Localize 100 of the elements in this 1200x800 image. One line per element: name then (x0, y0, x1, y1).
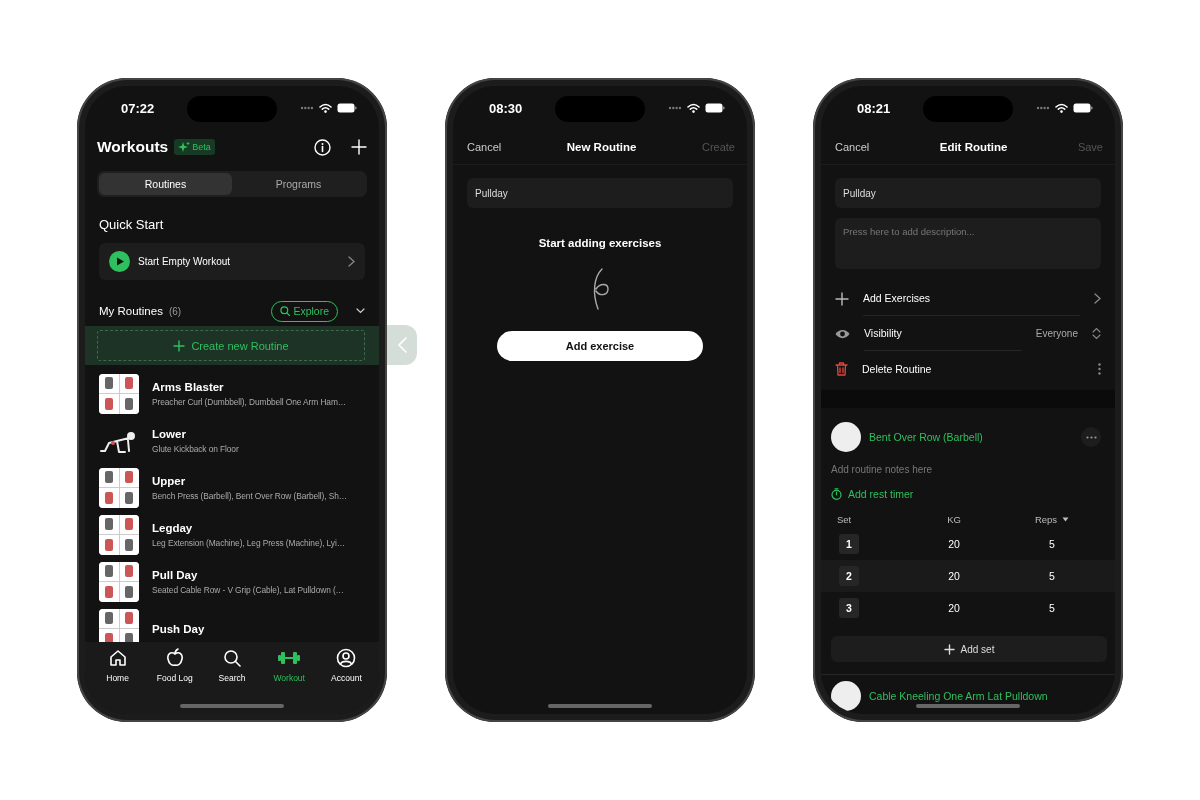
reps-value[interactable]: 5 (1049, 570, 1055, 582)
routine-title: Push Day (152, 622, 205, 635)
routine-exercises: Leg Extension (Machine), Leg Press (Machine), Lyi… (152, 537, 345, 548)
routine-exercises: Seated Cable Row - V Grip (Cable), Lat Pulldown (… (152, 584, 344, 595)
routine-item[interactable]: Arms Blaster Preacher Curl (Dumbbell), Dumbbell One Arm Ham… (99, 370, 365, 417)
cancel-button[interactable]: Cancel (835, 141, 870, 153)
set-number[interactable]: 1 (839, 534, 859, 554)
exercise-thumbnail (831, 422, 861, 452)
search-icon (280, 306, 291, 316)
routine-count: (6) (168, 305, 182, 317)
chevron-right-icon (1094, 293, 1101, 304)
play-icon (109, 251, 130, 272)
routine-title: Pull Day (152, 568, 199, 581)
routine-exercises: Preacher Curl (Dumbbell), Dumbbell One Arm Ham… (152, 396, 347, 407)
weight-value[interactable]: 20 (948, 538, 960, 550)
tab-bar-item[interactable]: Workout (260, 648, 318, 692)
screen-title: Edit Routine (939, 141, 1008, 153)
routine-item[interactable]: Legday Leg Extension (Machine), Leg Press (Machine), Lyi… (99, 511, 365, 558)
apple-icon (164, 648, 185, 668)
signal-icon (668, 106, 682, 110)
search-icon (222, 648, 242, 668)
add-set-button[interactable]: Add set (831, 636, 1107, 662)
cancel-button[interactable]: Cancel (467, 141, 502, 153)
exercise-name[interactable]: Bent Over Row (Barbell) (869, 431, 1073, 443)
visibility-value: Everyone (1035, 328, 1078, 339)
wifi-icon (319, 103, 332, 113)
plus-icon (943, 643, 955, 655)
more-vertical-icon (1098, 362, 1101, 375)
section-heading: My Routines (99, 305, 163, 317)
exercise-thumbnail (831, 681, 861, 711)
account-icon (336, 648, 357, 668)
segment-tab[interactable]: Routines (99, 173, 232, 195)
column-header: Set (837, 513, 852, 525)
trash-icon (835, 361, 848, 376)
caret-down-icon[interactable] (1062, 516, 1070, 522)
rest-timer-button[interactable]: Add rest timer (831, 488, 914, 500)
exercise-thumbnail (99, 608, 139, 642)
beta-label: Beta (192, 142, 211, 152)
set-number[interactable]: 2 (839, 566, 859, 586)
reps-value[interactable]: 5 (1049, 538, 1055, 550)
add-exercise-button[interactable]: Add exercise (497, 331, 703, 361)
empty-state-title: Start adding exercises (537, 237, 663, 249)
routine-item[interactable]: Upper Bench Press (Barbell), Bent Over Row (Barbell), Sh… (99, 464, 365, 511)
screen-title: New Routine (566, 141, 637, 153)
routine-title: Arms Blaster (152, 380, 225, 393)
chevron-down-icon[interactable] (356, 308, 365, 314)
notes-field[interactable]: Add routine notes here (831, 462, 1107, 476)
wifi-icon (687, 103, 700, 113)
name-field[interactable]: Pullday (467, 178, 733, 208)
routine-title: Lower (152, 427, 187, 440)
status-time: 08:30 (489, 100, 523, 116)
more-button[interactable] (1081, 427, 1101, 447)
screen-title: Workouts (97, 138, 169, 156)
routine-title: Legday (152, 521, 194, 534)
exercise-thumbnail (99, 514, 139, 555)
info-icon (314, 138, 331, 156)
routine-item[interactable]: Lower Glute Kickback on Floor (99, 417, 365, 464)
weight-value[interactable]: 20 (948, 570, 960, 582)
timer-icon (831, 488, 842, 500)
set-number[interactable]: 3 (839, 598, 859, 618)
column-header: KG (947, 513, 961, 525)
weight-value[interactable]: 20 (948, 602, 960, 614)
signal-icon (300, 106, 314, 110)
battery-icon (705, 103, 725, 113)
signal-icon (1036, 106, 1050, 110)
tab-bar-item[interactable]: Account (317, 648, 375, 692)
tab-bar-item[interactable]: Home (89, 648, 147, 692)
reps-value[interactable]: 5 (1049, 602, 1055, 614)
status-time: 08:21 (857, 100, 891, 116)
description-field[interactable]: Press here to add description... (835, 218, 1101, 269)
drawer-handle[interactable] (387, 325, 417, 365)
wifi-icon (1055, 103, 1068, 113)
exercise-thumbnail (99, 467, 139, 508)
tab-bar-item[interactable]: Food Log (146, 648, 204, 692)
battery-icon (337, 103, 357, 113)
tab-bar-item[interactable]: Search (203, 648, 261, 692)
info-button[interactable] (314, 138, 331, 156)
routine-title: Upper (152, 474, 187, 487)
eye-icon (835, 328, 850, 339)
segment-tab[interactable]: Programs (232, 173, 365, 195)
create-routine-button[interactable]: Create new Routine (97, 330, 365, 361)
home-icon (107, 648, 128, 668)
option-row[interactable]: Visibility Everyone (835, 316, 1115, 351)
name-field[interactable]: Pullday (835, 178, 1101, 208)
exercise-thumbnail (99, 561, 139, 602)
exercise-name[interactable]: Cable Kneeling One Arm Lat Pulldown (869, 690, 1101, 702)
plus-icon (835, 291, 849, 306)
status-time: 07:22 (121, 100, 155, 116)
chevron-left-icon (397, 337, 407, 353)
routine-exercises: Glute Kickback on Floor (152, 443, 239, 454)
section-heading: Quick Start (99, 217, 165, 232)
sparkle-icon (178, 141, 191, 153)
option-row[interactable]: Add Exercises (835, 281, 1115, 316)
plus-icon (351, 139, 367, 155)
exercise-thumbnail (99, 373, 139, 414)
add-button[interactable] (351, 139, 367, 155)
start-workout-button[interactable]: Start Empty Workout (99, 243, 365, 280)
routine-item[interactable]: Pull Day Seated Cable Row - V Grip (Cable), Lat Pulldown (… (99, 558, 365, 605)
option-row[interactable]: Delete Routine (835, 351, 1115, 386)
up-down-icon (1092, 327, 1101, 340)
